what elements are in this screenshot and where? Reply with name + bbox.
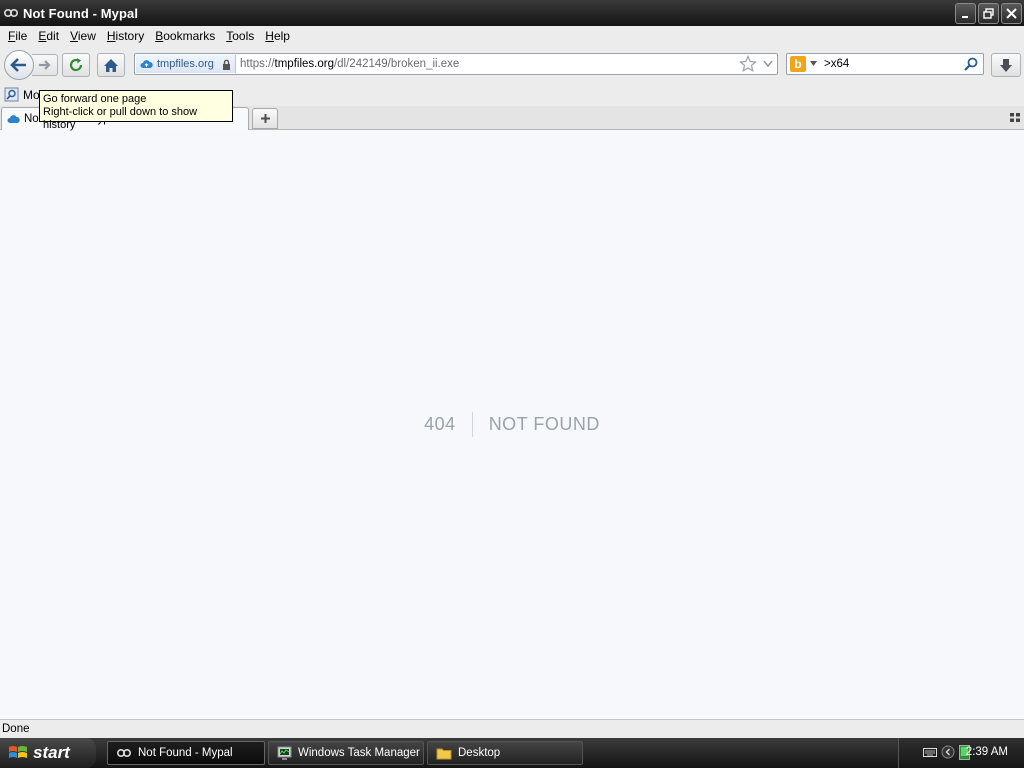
bookmark-page-icon (4, 87, 19, 102)
restore-icon (983, 8, 994, 19)
taskbar-item-task-manager[interactable]: Windows Task Manager (268, 741, 424, 765)
error-text: NOT FOUND (488, 414, 600, 434)
clock: 2:39 AM (965, 746, 1008, 758)
bing-icon[interactable]: b (790, 56, 806, 72)
identity-label: tmpfiles.org (157, 58, 214, 70)
menu-edit[interactable]: Edit (33, 29, 64, 43)
mypal-app-icon (3, 9, 19, 18)
cloud-icon (140, 60, 153, 68)
taskbar-item-label: Windows Task Manager (298, 747, 420, 759)
navigation-toolbar: tmpfiles.org https://tmpfiles.org/dl/242… (0, 46, 1024, 84)
bookmark-star-icon[interactable] (739, 55, 757, 73)
lock-icon (222, 59, 230, 70)
menu-history[interactable]: History (102, 29, 149, 43)
taskbar-item-mypal[interactable]: Not Found - Mypal (107, 741, 265, 765)
search-icon[interactable] (963, 56, 979, 72)
page-content: 404 NOT FOUND (0, 130, 1024, 719)
taskbar-item-desktop[interactable]: Desktop (427, 741, 583, 765)
new-tab-button[interactable] (252, 108, 278, 129)
reload-button[interactable] (62, 53, 90, 77)
forward-button[interactable] (32, 54, 58, 76)
error-code: 404 (424, 414, 456, 434)
tab-list-icon[interactable] (1010, 113, 1020, 122)
url-bar[interactable]: tmpfiles.org https://tmpfiles.org/dl/242… (134, 53, 778, 75)
system-tray: 2:39 AM (898, 738, 1024, 768)
window-title: Not Found - Mypal (23, 5, 139, 21)
close-button[interactable] (1001, 3, 1022, 24)
menu-view[interactable]: View (65, 29, 101, 43)
search-bar[interactable]: b >x64 (786, 53, 984, 75)
chevron-left-icon[interactable] (941, 745, 955, 759)
menu-bookmarks[interactable]: Bookmarks (150, 29, 220, 43)
task-manager-icon (277, 746, 292, 760)
downloads-button[interactable] (991, 53, 1021, 77)
status-bar: Done (0, 719, 1024, 738)
windows-flag-icon (9, 746, 27, 758)
restore-button[interactable] (978, 3, 999, 24)
minimize-icon (961, 15, 968, 18)
menu-bar: File Edit View History Bookmarks Tools H… (0, 26, 1024, 46)
taskbar-item-label: Not Found - Mypal (138, 747, 233, 759)
taskbar: start Not Found - Mypal Windows Task Man… (0, 738, 1024, 768)
tooltip-line-1: Go forward one page (43, 93, 147, 105)
plus-icon (260, 114, 270, 123)
tooltip-line-2: Right-click or pull down to show history (43, 106, 198, 131)
start-button[interactable]: start (0, 738, 96, 768)
home-icon (104, 58, 118, 72)
home-button[interactable] (97, 53, 125, 77)
search-input[interactable]: >x64 (824, 58, 849, 70)
folder-icon (436, 748, 452, 759)
menu-tools[interactable]: Tools (221, 29, 259, 43)
forward-button-tooltip: Go forward one page Right-click or pull … (39, 90, 233, 131)
menu-help[interactable]: Help (260, 29, 295, 43)
keyboard-icon[interactable] (923, 747, 937, 758)
menu-file[interactable]: File (3, 29, 32, 43)
chevron-down-icon[interactable] (763, 60, 773, 68)
engine-dropdown-icon[interactable] (810, 61, 817, 66)
title-bar: Not Found - Mypal (0, 0, 1024, 26)
error-message: 404 NOT FOUND (0, 412, 1024, 437)
forward-arrow-icon (38, 60, 51, 70)
back-arrow-icon (10, 58, 26, 72)
close-icon (1006, 8, 1017, 19)
mypal-icon (116, 748, 132, 758)
taskbar-item-label: Desktop (458, 747, 501, 759)
url-text[interactable]: https://tmpfiles.org/dl/242149/broken_ii… (240, 58, 459, 70)
back-button[interactable] (4, 50, 34, 80)
download-arrow-icon (1000, 58, 1012, 72)
site-identity-button[interactable]: tmpfiles.org (136, 55, 236, 73)
start-label: start (33, 743, 70, 762)
reload-icon (69, 58, 83, 72)
status-text: Done (2, 723, 30, 735)
cloud-favicon-icon (7, 115, 20, 123)
minimize-button[interactable] (955, 3, 976, 24)
